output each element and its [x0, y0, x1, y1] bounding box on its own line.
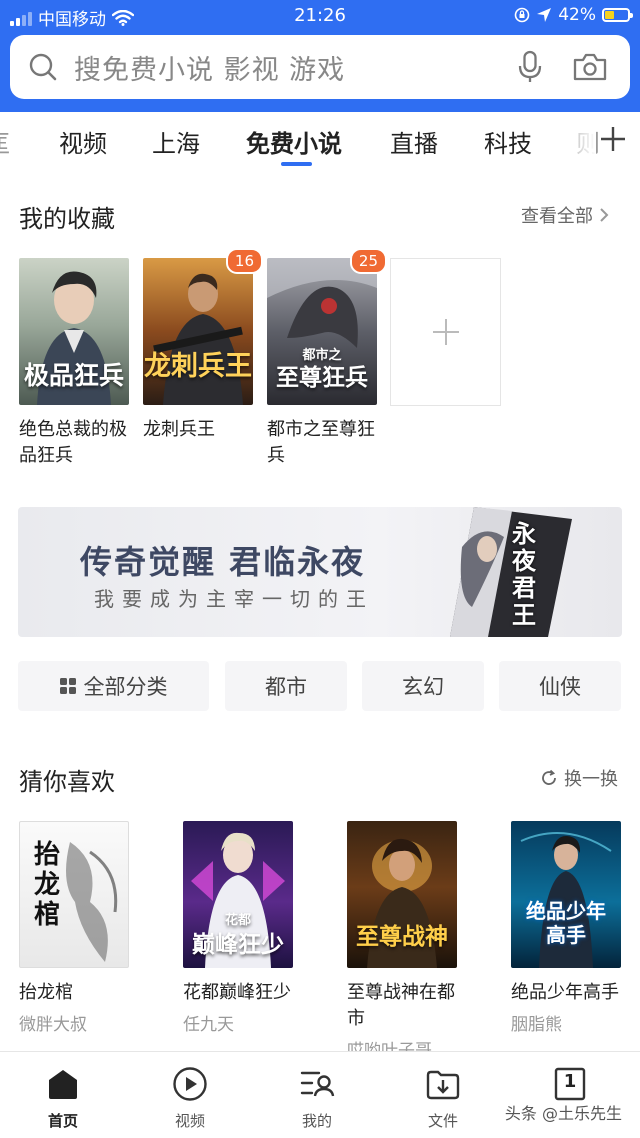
voice-search-button[interactable]: [500, 37, 560, 97]
grid-icon: [59, 678, 76, 694]
location-arrow-icon: [537, 8, 552, 22]
chevron-right-icon: [600, 208, 609, 222]
battery-icon: [602, 8, 633, 22]
recommend-book-1[interactable]: 抬龙棺 抬龙棺 微胖大叔: [19, 821, 131, 1035]
book-title: 绝色总裁的极品狂兵: [19, 419, 127, 466]
refresh-label: 换一换: [564, 769, 618, 790]
book-cover: 都市之 至尊狂兵: [267, 258, 377, 405]
add-channel-icon[interactable]: [598, 124, 628, 154]
category-label: 仙侠: [539, 675, 581, 699]
category-label: 全部分类: [83, 675, 168, 699]
book-cover: 至尊战神: [347, 821, 457, 968]
search-input[interactable]: 搜免费小说 影视 游戏: [74, 48, 500, 87]
book-cover: 绝品少年高手: [511, 821, 621, 968]
nav-label: 文件: [427, 1112, 458, 1130]
book-title: 绝品少年高手: [511, 982, 619, 1003]
recommend-title: 猜你喜欢: [19, 768, 115, 796]
refresh-button[interactable]: 换一换: [540, 765, 618, 791]
watermark-text: 头条 @土乐先生: [504, 1104, 622, 1123]
tab-shanghai[interactable]: 上海: [152, 124, 200, 159]
tab-tech[interactable]: 科技: [484, 124, 532, 159]
category-label: 玄幻: [402, 675, 444, 699]
nav-mine[interactable]: 我的: [277, 1064, 357, 1131]
favorites-title: 我的收藏: [19, 205, 115, 233]
book-author: 微胖大叔: [19, 1015, 87, 1035]
recommend-book-3[interactable]: 至尊战神 至尊战神在都市 哎哟叶子哥: [347, 821, 459, 1061]
book-title: 花都巅峰狂少: [183, 982, 291, 1003]
category-fantasy[interactable]: 玄幻: [362, 661, 484, 711]
recommend-book-4[interactable]: 绝品少年高手 绝品少年高手 胭脂熊: [511, 821, 623, 1035]
book-cover: 抬龙棺: [19, 821, 129, 968]
banner-title: 传奇觉醒 君临永夜: [80, 543, 366, 581]
book-author: 任九天: [183, 1015, 234, 1035]
cover-title: 极品狂兵: [23, 361, 124, 390]
tab-live[interactable]: 直播: [390, 124, 438, 159]
favorite-book-1[interactable]: 极品狂兵 绝色总裁的极品狂兵: [19, 258, 131, 469]
cover-title: 绝品少年高手: [526, 899, 606, 947]
active-tab-indicator: [281, 162, 312, 166]
download-folder-icon: [426, 1070, 460, 1100]
banner-subtitle: 我要成为主宰一切的王: [94, 587, 374, 611]
book-title: 至尊战神在都市: [347, 982, 455, 1029]
plus-icon: [432, 319, 459, 345]
rotation-lock-icon: [514, 7, 530, 23]
tab-fade: [556, 112, 596, 168]
book-title: 抬龙棺: [19, 982, 73, 1003]
cover-title: 至尊战神: [356, 924, 448, 950]
nav-tabs[interactable]: 1: [530, 1064, 610, 1104]
cover-title: 龙刺兵王: [144, 351, 252, 382]
search-icon: [29, 53, 57, 81]
profile-icon: [300, 1071, 335, 1097]
nav-video[interactable]: 视频: [150, 1064, 230, 1131]
play-circle-icon: [173, 1067, 207, 1101]
promo-banner[interactable]: 传奇觉醒 君临永夜 我要成为主宰一切的王 永夜君王: [18, 507, 622, 637]
category-all[interactable]: 全部分类: [18, 661, 209, 711]
book-cover: 龙刺兵王: [143, 258, 253, 405]
view-all-link[interactable]: 查看全部: [521, 202, 609, 228]
top-header: 中国移动 21:26 42% 搜免费小说 影视 游戏: [0, 0, 640, 112]
cover-title: 抬龙棺: [34, 840, 61, 930]
cover-title: 巅峰狂少: [192, 932, 284, 958]
favorite-book-3[interactable]: 都市之 至尊狂兵 25 都市之至尊狂兵: [267, 248, 387, 469]
search-bar[interactable]: 搜免费小说 影视 游戏: [10, 35, 630, 99]
refresh-icon: [542, 769, 556, 785]
nav-files[interactable]: 文件: [403, 1064, 483, 1131]
favorite-book-2[interactable]: 龙刺兵王 16 龙刺兵王: [143, 248, 263, 443]
category-urban[interactable]: 都市: [225, 661, 347, 711]
tab-free-novels[interactable]: 免费小说: [246, 124, 342, 159]
banner-art-text: 永夜君王: [512, 520, 536, 629]
nav-label: 首页: [47, 1112, 78, 1130]
category-xianxia[interactable]: 仙侠: [499, 661, 621, 711]
update-count-badge: 16: [225, 248, 263, 274]
banner-book-art: [450, 507, 572, 637]
bottom-navigation: 首页 视频 我的 文件 1: [0, 1051, 640, 1138]
nav-label: 视频: [174, 1112, 205, 1130]
category-label: 都市: [265, 675, 307, 699]
nav-home[interactable]: 首页: [23, 1064, 103, 1131]
tab-partial-left[interactable]: 匡: [0, 124, 10, 159]
book-title: 龙刺兵王: [143, 419, 215, 440]
camera-icon: [573, 53, 607, 81]
book-author: 胭脂熊: [511, 1015, 562, 1035]
camera-search-button[interactable]: [560, 37, 620, 97]
view-all-label: 查看全部: [521, 206, 593, 227]
book-cover: 极品狂兵: [19, 258, 129, 405]
battery-percentage: 42%: [558, 5, 596, 25]
home-icon: [49, 1070, 77, 1099]
recommend-book-2[interactable]: 花都 巅峰狂少 花都巅峰狂少 任九天: [183, 821, 295, 1035]
tab-count: 1: [563, 1071, 577, 1092]
status-bar: 中国移动 21:26 42%: [0, 0, 640, 32]
add-favorite-button[interactable]: [390, 258, 501, 406]
update-count-badge: 25: [349, 248, 387, 274]
nav-label: 我的: [301, 1112, 332, 1130]
book-title: 都市之至尊狂兵: [267, 419, 375, 466]
channel-tabs: 匡 视频 上海 免费小说 直播 科技 则: [0, 112, 640, 172]
cover-title: 至尊狂兵: [276, 365, 368, 391]
tab-video[interactable]: 视频: [59, 124, 107, 159]
microphone-icon: [518, 50, 542, 82]
book-cover: 花都 巅峰狂少: [183, 821, 293, 968]
